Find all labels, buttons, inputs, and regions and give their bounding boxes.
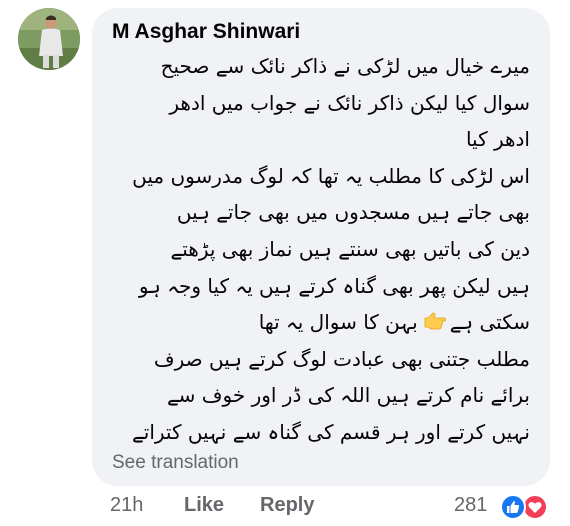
reactions-summary[interactable]: 281 [454,492,558,522]
reaction-count: 281 [454,494,488,516]
comment-author-name[interactable]: M Asghar Shinwari [112,20,300,44]
comment-line: سوال کیا لیکن ذاکر نائک نے جواب میں ادھر [169,90,530,115]
comment-line-with-emoji: سکتی ہے بہن کا سوال یہ تھا [100,304,530,341]
comment-timestamp[interactable]: 21h [110,494,143,517]
comment-body: میرے خیال میں لڑکی نے ذاکر نائک سے صحیح … [100,48,530,451]
avatar-photo [18,8,80,70]
like-reaction-icon [500,494,526,520]
comment-line: مطلب جتنی بھی عبادت لوگ کرتے ہیں صرف [153,346,530,371]
comment-line: برائے نام کرتے ہیں اللہ کی ڈر اور خوف سے [166,383,530,408]
comment-line: ہیں لیکن پھر بھی گناہ کرتے ہیں یہ کیا وج… [138,273,530,298]
comment-line: میرے خیال میں لڑکی نے ذاکر نائک سے صحیح [160,54,530,78]
pointing-hand-emoji-icon [422,305,447,342]
comment-bubble: M Asghar Shinwari میرے خیال میں لڑکی نے … [92,8,550,486]
comment-line: ادھر کیا [465,127,530,152]
comment-line-start: سکتی ہے [449,310,530,335]
comment-line: نہیں کرتے اور ہر قسم کی گناہ سے نہیں کتر… [132,419,530,444]
avatar[interactable] [18,8,80,70]
comment-line-end: بہن کا سوال یہ تھا [258,310,418,335]
like-button[interactable]: Like [184,494,224,517]
reply-button[interactable]: Reply [260,494,314,517]
see-translation-link[interactable]: See translation [112,452,239,474]
comment-line: اس لڑکی کا مطلب یہ تھا کہ لوگ مدرسوں میں [132,163,530,188]
comment-line: دین کی باتیں بھی سنتے ہیں نماز بھی پڑھتے [170,236,530,261]
comment-line: بھی جاتے ہیں مسجدوں میں بھی جاتے ہیں [176,200,530,225]
